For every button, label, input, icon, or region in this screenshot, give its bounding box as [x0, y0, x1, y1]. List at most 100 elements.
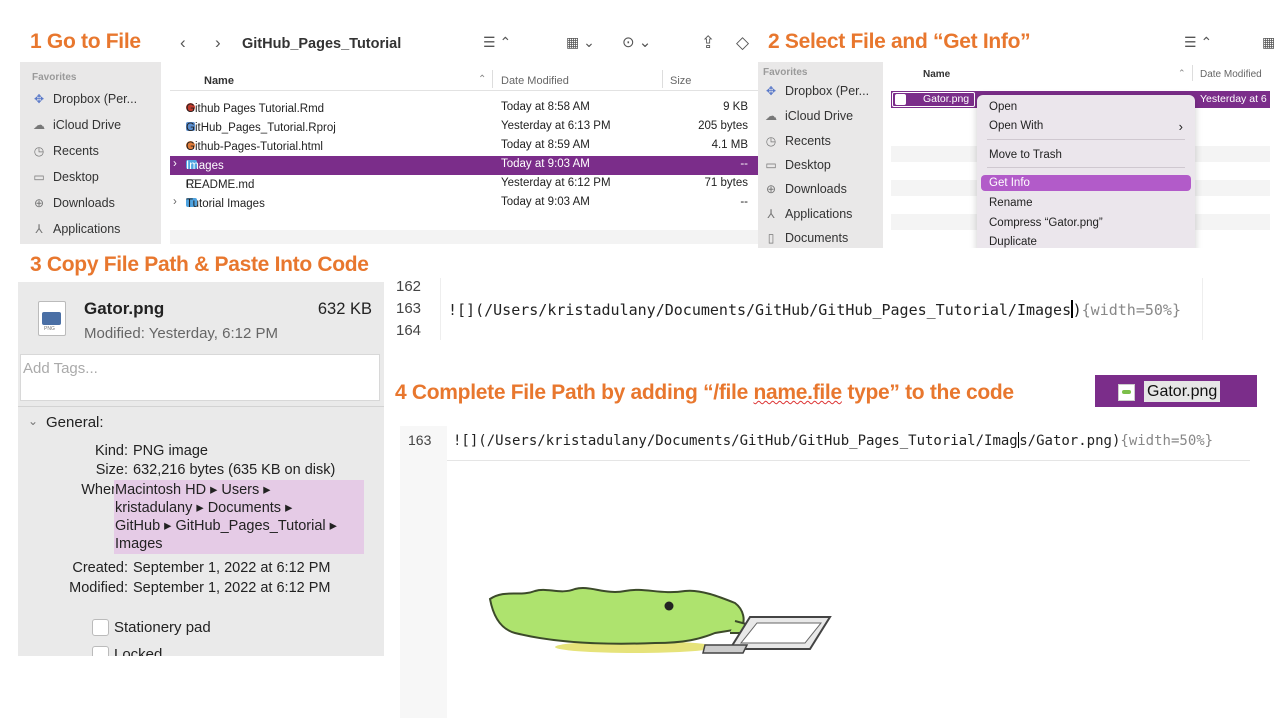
menu-item-open-with[interactable]: Open With — [989, 120, 1043, 132]
code-editor-1: 162 163 164 ![](/Users/kristadulany/Docu… — [390, 278, 1220, 340]
list-view-icon[interactable]: ☰ ⌃ — [483, 34, 511, 51]
file-size: 71 bytes — [704, 177, 748, 189]
where-path-line: kristadulany ▸ Documents ▸ — [115, 500, 293, 516]
list-view-icon[interactable]: ☰ ⌃ — [1184, 34, 1212, 51]
sidebar-item-recents[interactable]: ◷ Recents — [32, 144, 99, 158]
code-line-163[interactable]: ![](/Users/kristadulany/Documents/GitHub… — [448, 300, 1181, 319]
file-size: 4.1 MB — [711, 139, 748, 151]
file-date: Today at 8:58 AM — [501, 101, 590, 113]
step-2-title: 2 Select File and “Get Info” — [768, 30, 1031, 53]
code-text: ![](/Users/kristadulany/Documents/GitHub… — [453, 433, 1018, 449]
sidebar-item-desktop[interactable]: ▭ Desktop — [764, 158, 831, 172]
step-4-title: 4 Complete File Path by adding “/file na… — [395, 381, 1014, 404]
sidebar-item-downloads[interactable]: ⊕ Downloads — [764, 182, 847, 196]
stationery-pad-checkbox[interactable] — [92, 619, 109, 636]
sidebar-item-documents[interactable]: ▯ Documents — [764, 231, 849, 245]
sidebar-item-dropbox[interactable]: ✥ Dropbox (Per... — [32, 92, 137, 106]
where-path-highlight[interactable]: Macintosh HD ▸ Users ▸ kristadulany ▸ Do… — [114, 480, 364, 554]
image-file-icon — [1118, 384, 1135, 401]
gator-illustration — [488, 587, 832, 654]
sidebar-item-label: Downloads — [785, 182, 847, 196]
disclosure-chevron-icon[interactable]: › — [173, 196, 177, 208]
column-size[interactable]: Size — [670, 75, 691, 87]
finder-sidebar: Favorites ✥ Dropbox (Per... ☁ iCloud Drive… — [758, 62, 883, 248]
png-file-icon: PNG — [38, 301, 66, 336]
menu-item-rename[interactable]: Rename — [989, 197, 1032, 209]
sidebar-item-label: iCloud Drive — [53, 118, 122, 132]
locked-checkbox[interactable] — [92, 646, 109, 656]
desktop-icon: ▭ — [33, 170, 45, 184]
created-value: September 1, 2022 at 6:12 PM — [133, 560, 331, 576]
get-info-window: PNG Gator.png 632 KB Modified: Yesterday… — [18, 282, 384, 656]
menu-item-move-to-trash[interactable]: Move to Trash — [989, 149, 1062, 161]
info-modified-summary: Modified: Yesterday, 6:12 PM — [84, 325, 279, 342]
file-size: -- — [740, 158, 748, 170]
code-line-163[interactable]: ![](/Users/kristadulany/Documents/GitHub… — [453, 432, 1213, 449]
code-text: ![](/Users/kristadulany/Documents/GitHub… — [448, 301, 1072, 319]
tags-input[interactable]: Add Tags... — [20, 354, 380, 401]
menu-item-get-info[interactable]: Get Info — [981, 175, 1191, 191]
where-path-line: Images — [115, 536, 163, 552]
dropbox-icon: ✥ — [765, 84, 777, 98]
file-date: Yesterday at 6 — [1200, 93, 1267, 105]
kind-label: Kind: — [94, 443, 128, 459]
file-name: Github Pages Tutorial.Rmd — [186, 103, 325, 115]
sidebar-item-recents[interactable]: ◷ Recents — [764, 134, 831, 148]
group-icon[interactable]: ▦ ⌄ — [566, 34, 595, 51]
file-date: Today at 8:59 AM — [501, 139, 590, 151]
file-row[interactable]: Github Pages Tutorial.Rmd Today at 8:58 … — [170, 99, 758, 118]
file-name: Tutorial Images — [186, 198, 265, 210]
column-date-modified[interactable]: Date Modified — [1200, 69, 1262, 80]
file-size: 205 bytes — [698, 120, 748, 132]
sidebar-item-label: Dropbox (Per... — [785, 84, 870, 98]
download-icon: ⊕ — [33, 196, 45, 210]
applications-icon: ⅄ — [767, 207, 775, 221]
menu-item-duplicate[interactable]: Duplicate — [989, 236, 1037, 248]
sidebar-item-applications[interactable]: ⅄ Applications — [32, 222, 120, 236]
finder-window: Favorites ✥ Dropbox (Per... ☁ iCloud Drive… — [20, 22, 758, 244]
general-section-heading[interactable]: General: — [46, 414, 104, 431]
line-number: 162 — [396, 278, 422, 295]
sort-chevron-icon: ⌃ — [1178, 68, 1186, 78]
sidebar-item-label: Documents — [785, 231, 849, 245]
gator-icon — [488, 587, 752, 653]
sidebar-item-label: Applications — [785, 207, 853, 221]
more-actions-icon[interactable]: ⊙ ⌄ — [622, 33, 651, 51]
gator-file-chip[interactable]: Gator.png — [1095, 375, 1257, 407]
file-row[interactable]: Github-Pages-Tutorial.html Today at 8:59… — [170, 137, 758, 156]
column-date-modified[interactable]: Date Modified — [501, 75, 569, 87]
documents-icon: ▯ — [767, 231, 775, 245]
size-label: Size: — [95, 462, 128, 478]
group-icon[interactable]: ▦ — [1262, 34, 1275, 51]
sidebar-item-applications[interactable]: ⅄ Applications — [764, 207, 852, 221]
general-chevron-icon[interactable]: ⌄ — [28, 414, 38, 428]
finder-window-2: Favorites ✥ Dropbox (Per... ☁ iCloud Drive… — [758, 62, 1270, 248]
sidebar-item-icloud[interactable]: ☁ iCloud Drive — [32, 118, 121, 132]
stationery-pad-label: Stationery pad — [114, 619, 211, 636]
share-icon[interactable]: ⇪ — [701, 33, 715, 53]
sidebar-item-label: Recents — [53, 144, 99, 158]
column-name[interactable]: Name — [204, 75, 234, 87]
sidebar-item-desktop[interactable]: ▭ Desktop — [32, 170, 99, 184]
sidebar-item-icloud[interactable]: ☁ iCloud Drive — [764, 109, 853, 123]
forward-icon[interactable]: › — [215, 33, 221, 53]
disclosure-chevron-icon[interactable]: › — [173, 158, 177, 170]
menu-item-open[interactable]: Open — [989, 101, 1017, 113]
file-row[interactable]: README.md Yesterday at 6:12 PM 71 bytes — [170, 175, 758, 194]
sidebar-item-label: Desktop — [785, 158, 831, 172]
menu-item-compress[interactable]: Compress “Gator.png” — [989, 217, 1103, 229]
file-row[interactable]: › Tutorial Images Today at 9:03 AM -- — [170, 194, 758, 213]
file-row-selected[interactable]: › Images Today at 9:03 AM -- — [170, 156, 758, 175]
clock-icon: ◷ — [765, 134, 777, 148]
step-3-title: 3 Copy File Path & Paste Into Code — [30, 253, 369, 276]
favorites-heading: Favorites — [763, 67, 808, 78]
cloud-icon: ☁ — [33, 118, 45, 132]
sidebar-item-label: Downloads — [53, 196, 115, 210]
back-icon[interactable]: ‹ — [180, 33, 186, 53]
sidebar-item-dropbox[interactable]: ✥ Dropbox (Per... — [764, 84, 869, 98]
sidebar-item-downloads[interactable]: ⊕ Downloads — [32, 196, 115, 210]
dropbox-icon: ✥ — [33, 92, 45, 106]
column-name[interactable]: Name — [923, 69, 950, 80]
file-row[interactable]: GitHub_Pages_Tutorial.Rproj Yesterday at… — [170, 118, 758, 137]
tag-icon[interactable]: ◇ — [736, 33, 749, 53]
